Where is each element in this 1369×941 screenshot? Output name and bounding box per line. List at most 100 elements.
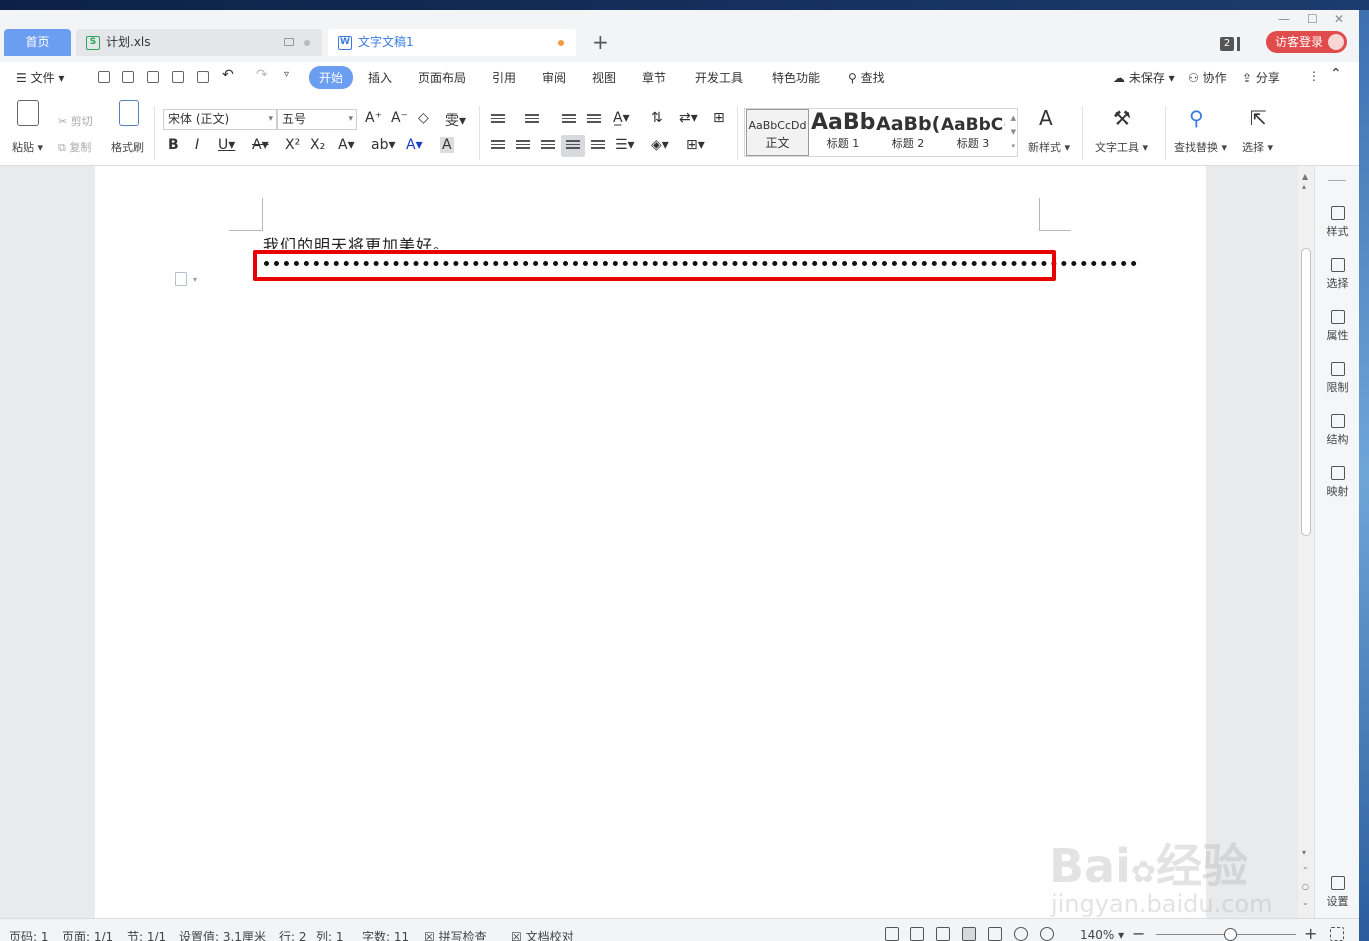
- more-options-icon[interactable]: ⋮: [1308, 69, 1320, 83]
- status-section[interactable]: 节: 1/1: [127, 928, 166, 941]
- style-normal[interactable]: AaBbCcDd 正文: [746, 109, 809, 156]
- collapse-ribbon-icon[interactable]: ⌃: [1330, 66, 1342, 82]
- tab-insert[interactable]: 插入: [368, 69, 392, 86]
- text-effect-icon[interactable]: A▾: [338, 137, 355, 153]
- text-direction-icon[interactable]: A̲▾: [613, 110, 630, 126]
- monitor-icon[interactable]: [284, 38, 294, 46]
- sort-icon[interactable]: ⇅: [651, 110, 663, 126]
- style-heading-3[interactable]: AaBbC( 标题 3: [941, 109, 1005, 156]
- scroll-down-icon[interactable]: ▾: [1302, 848, 1306, 857]
- close-icon[interactable]: ✕: [1334, 12, 1344, 26]
- tab-view[interactable]: 视图: [592, 69, 616, 86]
- cut-button[interactable]: ✂ 剪切: [58, 113, 93, 129]
- document-page[interactable]: 我们的明天将更加美好。 ▾: [95, 166, 1206, 918]
- find-replace-icon[interactable]: ⚲: [1189, 106, 1204, 130]
- bold-icon[interactable]: B: [168, 137, 179, 153]
- increase-indent-icon[interactable]: [587, 114, 601, 126]
- save-icon[interactable]: [147, 71, 159, 83]
- line-spacing-icon[interactable]: ☰▾: [615, 137, 635, 153]
- guest-login-button[interactable]: 访客登录: [1266, 31, 1347, 53]
- paragraph-menu-icon[interactable]: [175, 272, 187, 286]
- web-view-icon[interactable]: [1014, 927, 1028, 941]
- panel-properties[interactable]: 属性: [1315, 310, 1360, 343]
- panel-styles[interactable]: 样式: [1315, 206, 1360, 239]
- tab-review[interactable]: 审阅: [542, 69, 566, 86]
- select-cursor-icon[interactable]: ⇱: [1250, 106, 1267, 130]
- zoom-slider-handle[interactable]: [1224, 928, 1237, 941]
- italic-icon[interactable]: I: [195, 137, 199, 153]
- font-color-icon[interactable]: A▾: [406, 137, 423, 153]
- scroll-thumb[interactable]: [1301, 248, 1311, 536]
- panel-structure[interactable]: 结构: [1315, 414, 1360, 447]
- tab-developer[interactable]: 开发工具: [695, 69, 743, 86]
- print-icon[interactable]: [172, 71, 184, 83]
- show-marks-icon[interactable]: ⊞: [713, 110, 725, 126]
- style-heading-2[interactable]: AaBb( 标题 2: [876, 109, 940, 156]
- format-painter-icon[interactable]: [119, 100, 139, 126]
- customize-toolbar-icon[interactable]: ▿: [284, 69, 289, 80]
- select-browse-icon[interactable]: ○: [1302, 882, 1309, 891]
- scroll-up-icon[interactable]: ▴: [1302, 182, 1306, 191]
- chevron-down-icon[interactable]: ▾: [193, 275, 197, 284]
- zoom-level-select[interactable]: 140% ▾: [1080, 928, 1124, 941]
- superscript-icon[interactable]: X²: [285, 137, 300, 153]
- maximize-icon[interactable]: ☐: [1307, 12, 1318, 26]
- new-style-icon[interactable]: A: [1039, 106, 1053, 130]
- align-center-icon[interactable]: [516, 140, 530, 152]
- undo-icon[interactable]: ↶: [222, 67, 234, 83]
- eye-protection-icon[interactable]: [1040, 927, 1054, 941]
- text-tools-button[interactable]: 文字工具 ▾: [1095, 139, 1148, 155]
- style-heading-1[interactable]: AaBb 标题 1: [811, 109, 875, 156]
- paste-button[interactable]: 粘贴 ▾: [12, 139, 43, 155]
- subscript-icon[interactable]: X₂: [310, 137, 325, 153]
- tab-spreadsheet[interactable]: S 计划.xls: [76, 29, 322, 56]
- zoom-out-icon[interactable]: −: [1132, 924, 1145, 941]
- scroll-top-icon[interactable]: ▲: [1302, 172, 1308, 181]
- search-command[interactable]: ⚲ 查找: [848, 69, 885, 86]
- share-button[interactable]: ⇪ 分享: [1242, 69, 1280, 86]
- tab-home[interactable]: 首页: [4, 29, 71, 56]
- doc-proofread-button[interactable]: ☒ 文档校对: [511, 928, 574, 941]
- print-preview-icon[interactable]: [197, 71, 209, 83]
- tab-page-layout[interactable]: 页面布局: [418, 69, 466, 86]
- status-pages[interactable]: 页面: 1/1: [62, 928, 113, 941]
- tab-special-features[interactable]: 特色功能: [772, 69, 820, 86]
- fit-page-icon[interactable]: [1330, 927, 1344, 941]
- font-name-select[interactable]: 宋体 (正文): [163, 109, 277, 130]
- tab-references[interactable]: 引用: [492, 69, 516, 86]
- tab-document[interactable]: W 文字文稿1: [328, 29, 576, 56]
- status-page-code[interactable]: 页码: 1: [9, 928, 49, 941]
- paste-icon[interactable]: [17, 100, 39, 126]
- align-left-icon[interactable]: [491, 140, 505, 152]
- gallery-scroll-icon[interactable]: ▲ ▼ ▾: [1011, 111, 1016, 153]
- pen-mode-icon[interactable]: [936, 927, 950, 941]
- grow-font-icon[interactable]: A⁺: [365, 110, 382, 126]
- add-tab-icon[interactable]: +: [592, 30, 609, 54]
- outline-view-icon[interactable]: [988, 927, 1002, 941]
- status-word-count[interactable]: 字数: 11: [362, 928, 409, 941]
- phonetic-guide-icon[interactable]: 雯▾: [445, 110, 466, 130]
- strikethrough-icon[interactable]: A▾: [252, 137, 269, 153]
- distributed-align-icon[interactable]: [591, 140, 605, 152]
- cloud-unsaved[interactable]: ☁ 未保存 ▾: [1113, 69, 1175, 86]
- format-painter-button[interactable]: 格式刷: [111, 139, 144, 155]
- char-shading-icon[interactable]: A: [440, 137, 454, 153]
- open-folder-icon[interactable]: [122, 71, 134, 83]
- panel-settings[interactable]: 设置: [1315, 876, 1360, 909]
- prev-page-icon[interactable]: ⌃: [1302, 866, 1309, 875]
- shrink-font-icon[interactable]: A⁻: [391, 110, 408, 126]
- borders-icon[interactable]: ⊞▾: [686, 137, 705, 153]
- spell-check-button[interactable]: ☒ 拼写检查: [424, 928, 487, 941]
- tab-section[interactable]: 章节: [642, 69, 666, 86]
- next-page-icon[interactable]: ⌄: [1302, 898, 1309, 907]
- vertical-scrollbar[interactable]: ▲ ▴ ▾ ⌃ ○ ⌄: [1298, 166, 1314, 918]
- bullet-list-icon[interactable]: [491, 114, 505, 126]
- tab-start[interactable]: 开始: [309, 66, 354, 89]
- new-style-button[interactable]: 新样式 ▾: [1028, 139, 1070, 155]
- panel-restrict[interactable]: 限制: [1315, 362, 1360, 395]
- align-right-icon[interactable]: [541, 140, 555, 152]
- document-line-1[interactable]: 我们的明天将更加美好。: [263, 232, 450, 249]
- redo-icon[interactable]: ↷: [256, 67, 268, 83]
- panel-select[interactable]: 选择: [1315, 258, 1360, 291]
- collaborate-button[interactable]: ⚇ 协作: [1188, 69, 1227, 86]
